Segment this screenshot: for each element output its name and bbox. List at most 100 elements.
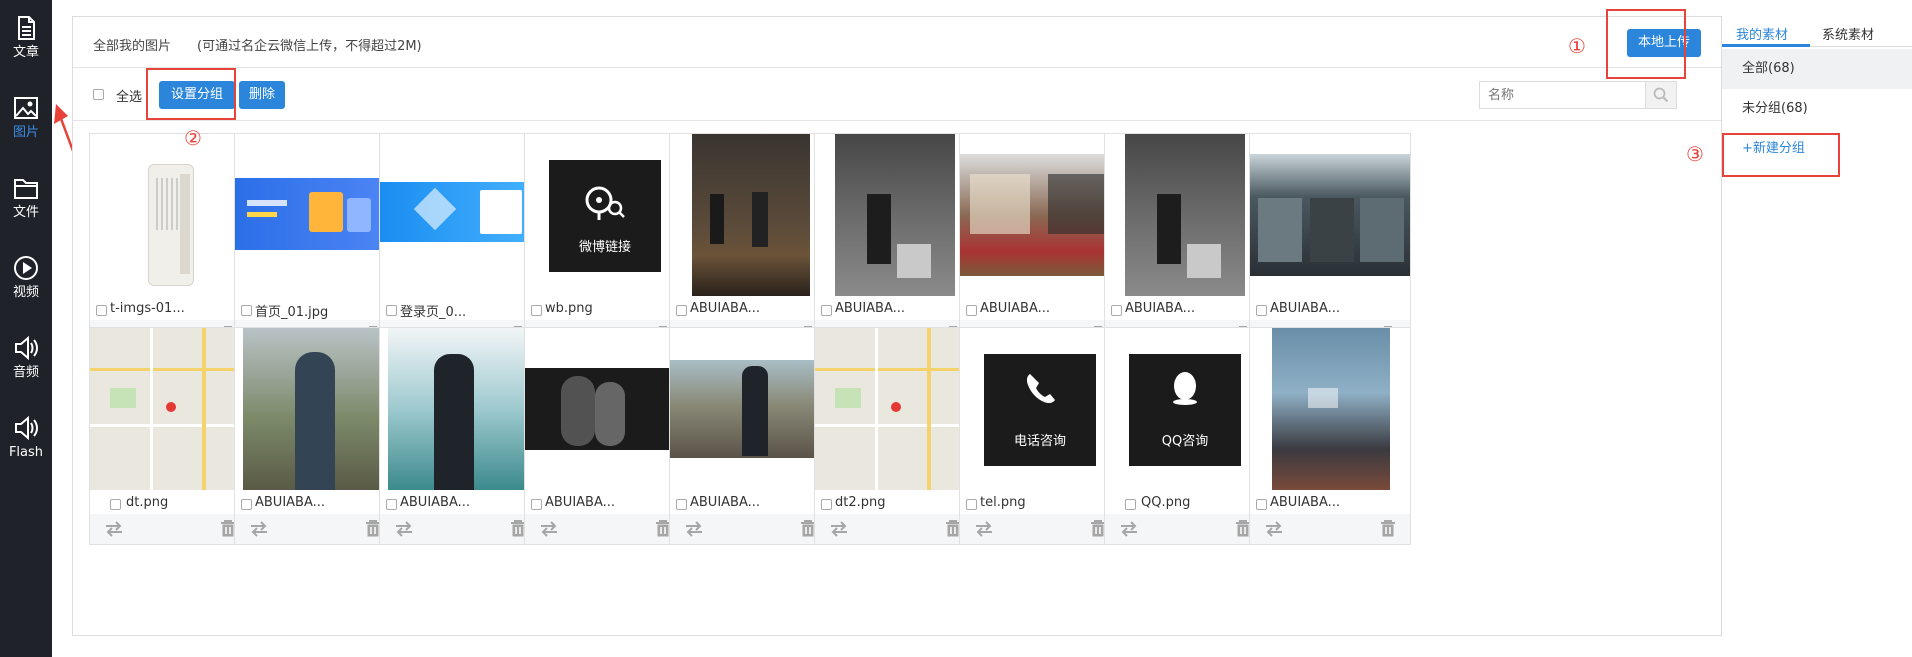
image-thumbnail[interactable] bbox=[235, 328, 395, 490]
sidebar-item-image[interactable]: 图片 bbox=[0, 80, 52, 150]
move-icon[interactable] bbox=[1264, 521, 1284, 537]
image-thumbnail[interactable] bbox=[670, 328, 830, 490]
image-card[interactable]: dt.png bbox=[89, 327, 251, 545]
image-thumbnail[interactable] bbox=[815, 134, 975, 296]
image-checkbox[interactable] bbox=[1111, 305, 1122, 316]
image-card[interactable]: ABUIABA... bbox=[524, 327, 686, 545]
image-card[interactable]: ABUIABA... bbox=[379, 327, 541, 545]
image-thumbnail[interactable] bbox=[960, 134, 1120, 296]
image-checkbox[interactable] bbox=[1256, 305, 1267, 316]
delete-button[interactable]: 删除 bbox=[239, 81, 285, 109]
image-checkbox[interactable] bbox=[531, 305, 542, 316]
image-checkbox[interactable] bbox=[386, 499, 397, 510]
image-thumbnail[interactable] bbox=[90, 328, 250, 490]
image-actions bbox=[960, 514, 1120, 544]
image-thumbnail[interactable] bbox=[525, 328, 685, 490]
image-filename: 首页_01.jpg bbox=[255, 305, 329, 320]
image-card[interactable]: ABUIABA... bbox=[1249, 327, 1411, 545]
group-panel: 我的素材 系统素材 全部(68) 未分组(68) +新建分组 bbox=[1722, 16, 1912, 636]
image-icon bbox=[14, 97, 38, 119]
image-card[interactable]: ABUIABA... bbox=[1249, 133, 1411, 351]
image-thumbnail[interactable] bbox=[670, 134, 830, 296]
image-checkbox[interactable] bbox=[1256, 499, 1267, 510]
select-all-checkbox[interactable] bbox=[93, 89, 104, 100]
image-thumbnail[interactable] bbox=[815, 328, 975, 490]
move-icon[interactable] bbox=[974, 521, 994, 537]
sidebar-item-flash[interactable]: Flash bbox=[0, 400, 52, 470]
tab-system-materials[interactable]: 系统素材 bbox=[1822, 24, 1874, 43]
image-card[interactable]: ABUIABA... bbox=[669, 133, 831, 351]
sidebar-item-video[interactable]: 视频 bbox=[0, 240, 52, 310]
move-icon[interactable] bbox=[104, 521, 124, 537]
image-checkbox[interactable] bbox=[96, 305, 107, 316]
image-thumbnail[interactable] bbox=[380, 134, 540, 296]
image-checkbox[interactable] bbox=[966, 305, 977, 316]
move-icon[interactable] bbox=[684, 521, 704, 537]
image-actions bbox=[525, 514, 685, 544]
image-card[interactable]: ABUIABA... bbox=[959, 133, 1121, 351]
image-thumbnail[interactable]: QQ咨询 bbox=[1105, 328, 1265, 490]
image-checkbox[interactable] bbox=[531, 499, 542, 510]
search-button[interactable] bbox=[1645, 82, 1676, 108]
image-card[interactable]: QQ咨询 QQ.png bbox=[1104, 327, 1266, 545]
image-checkbox[interactable] bbox=[676, 305, 687, 316]
image-checkbox[interactable] bbox=[110, 499, 121, 510]
image-thumbnail[interactable] bbox=[1105, 134, 1265, 296]
speaker-icon bbox=[15, 335, 38, 361]
image-thumbnail[interactable] bbox=[235, 134, 395, 296]
image-caption: 电话咨询 bbox=[1013, 434, 1066, 449]
tab-indicator bbox=[1722, 44, 1810, 47]
image-checkbox[interactable] bbox=[676, 499, 687, 510]
image-card[interactable]: 电话咨询 tel.png bbox=[959, 327, 1121, 545]
image-card[interactable]: 微博链接 wb.png bbox=[524, 133, 686, 351]
image-actions bbox=[1250, 514, 1410, 544]
image-filename: tel.png bbox=[980, 495, 1026, 510]
image-checkbox[interactable] bbox=[386, 305, 397, 316]
image-checkbox[interactable] bbox=[241, 499, 252, 510]
move-icon[interactable] bbox=[394, 521, 414, 537]
sidebar-item-article[interactable]: 文章 bbox=[0, 0, 52, 70]
image-thumbnail[interactable]: 电话咨询 bbox=[960, 328, 1120, 490]
image-filename: t-imgs-01... bbox=[110, 301, 185, 316]
move-icon[interactable] bbox=[249, 521, 269, 537]
tab-my-materials[interactable]: 我的素材 bbox=[1736, 24, 1788, 43]
image-filename: ABUIABA... bbox=[1270, 495, 1341, 510]
image-thumbnail[interactable] bbox=[1250, 134, 1410, 296]
move-icon[interactable] bbox=[829, 521, 849, 537]
sidebar-item-audio[interactable]: 音频 bbox=[0, 320, 52, 390]
image-card[interactable]: ABUIABA... bbox=[814, 133, 976, 351]
image-checkbox[interactable] bbox=[1125, 499, 1136, 510]
sidebar-item-label: 文章 bbox=[12, 45, 39, 60]
move-icon[interactable] bbox=[1119, 521, 1139, 537]
image-card[interactable]: t-imgs-01... bbox=[89, 133, 251, 351]
image-card[interactable]: 首页_01.jpg bbox=[234, 133, 396, 351]
sidebar-item-label: Flash bbox=[8, 445, 44, 460]
image-checkbox[interactable] bbox=[966, 499, 977, 510]
image-actions bbox=[235, 514, 395, 544]
image-checkbox[interactable] bbox=[821, 499, 832, 510]
image-checkbox[interactable] bbox=[821, 305, 832, 316]
image-card[interactable]: 登录页_0... bbox=[379, 133, 541, 351]
play-icon bbox=[14, 256, 38, 280]
move-icon[interactable] bbox=[539, 521, 559, 537]
search-input[interactable] bbox=[1480, 82, 1648, 108]
sidebar-item-label: 图片 bbox=[12, 125, 39, 140]
image-caption: 微博链接 bbox=[578, 240, 631, 255]
group-item-all[interactable]: 全部(68) bbox=[1722, 49, 1912, 89]
document-icon bbox=[18, 16, 35, 40]
trash-icon[interactable] bbox=[1380, 520, 1396, 538]
image-card[interactable]: dt2.png bbox=[814, 327, 976, 545]
image-thumbnail[interactable] bbox=[380, 328, 540, 490]
image-thumbnail[interactable] bbox=[90, 134, 250, 296]
image-card[interactable]: ABUIABA... bbox=[669, 327, 831, 545]
image-thumbnail[interactable]: 微博链接 bbox=[525, 134, 685, 296]
image-thumbnail[interactable] bbox=[1250, 328, 1410, 490]
group-item-ungrouped[interactable]: 未分组(68) bbox=[1722, 89, 1912, 129]
annotation-mark-2: ② bbox=[184, 126, 202, 150]
sidebar-item-file[interactable]: 文件 bbox=[0, 160, 52, 230]
image-card[interactable]: ABUIABA... bbox=[1104, 133, 1266, 351]
image-checkbox[interactable] bbox=[241, 305, 252, 316]
search-icon bbox=[1653, 87, 1669, 103]
image-card[interactable]: ABUIABA... bbox=[234, 327, 396, 545]
folder-icon bbox=[14, 179, 38, 199]
